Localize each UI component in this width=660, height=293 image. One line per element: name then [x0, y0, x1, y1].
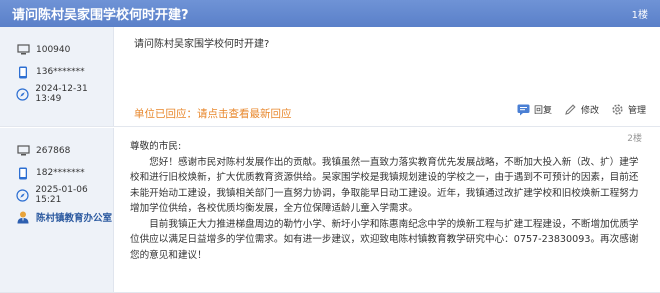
reply-text: 尊敬的市民: 您好！感谢市民对陈村发展作出的贡献。我镇虽然一直致力落实教育优先发… [130, 139, 644, 263]
user-info-panel: 267868 182******* 2025-01-06 15:21 陈村镇教育… [0, 128, 114, 292]
user-id-row: 100940 [0, 39, 113, 61]
manage-label: 管理 [627, 106, 646, 116]
user-id-row: 267868 [0, 140, 113, 162]
reply-greeting: 尊敬的市民: [130, 141, 182, 152]
gear-icon [611, 103, 624, 116]
phone-row: 136******* [0, 61, 113, 83]
view-latest-reply-link[interactable]: 请点击查看最新回应 [197, 108, 292, 120]
post-actions: 回复 修改 管理 [517, 103, 646, 116]
mobile-phone-icon [16, 166, 30, 180]
computer-icon [16, 43, 30, 57]
reply-paragraph: 目前我镇正大力推进梯盘周边的勒竹小学、新圩小学和陈惠南纪念中学的焕新工程与扩建工… [130, 218, 639, 261]
post-content: 2楼 尊敬的市民: 您好！感谢市民对陈村发展作出的贡献。我镇虽然一直致力落实教育… [120, 128, 650, 292]
datetime-row: 2024-12-31 13:49 [0, 83, 113, 105]
edit-button[interactable]: 修改 [564, 103, 599, 116]
computer-icon [16, 144, 30, 158]
question-text: 请问陈村吴家围学校何时开建? [134, 39, 270, 50]
pencil-icon [564, 103, 577, 116]
user-id: 100940 [36, 45, 71, 55]
datetime-row: 2025-01-06 15:21 [0, 184, 113, 206]
thread-title-bar: 请问陈村吴家围学校何时开建? 1楼 [0, 0, 660, 27]
post-content: 请问陈村吴家围学校何时开建? 单位已回应：请点击查看最新回应 回复 修改 管理 [120, 27, 650, 126]
phone-number: 136******* [36, 67, 85, 77]
edit-label: 修改 [580, 106, 599, 116]
user-id: 267868 [36, 146, 71, 156]
phone-row: 182******* [0, 162, 113, 184]
reply-paragraph: 您好！感谢市民对陈村发展作出的贡献。我镇虽然一直致力落实教育优先发展战略，不断加… [130, 156, 639, 215]
manage-button[interactable]: 管理 [611, 103, 646, 116]
post-question: 100940 136******* 2024-12-31 13:49 请问陈村吴… [0, 27, 660, 127]
post-reply: 267868 182******* 2025-01-06 15:21 陈村镇教育… [0, 128, 660, 293]
post-datetime: 2024-12-31 13:49 [35, 84, 88, 104]
reply-notice-prefix: 单位已回应： [134, 108, 197, 120]
organization-row: 陈村镇教育办公室 [0, 206, 113, 228]
reply-notice: 单位已回应：请点击查看最新回应 [134, 106, 292, 121]
compass-icon [16, 188, 29, 202]
reply-button[interactable]: 回复 [517, 103, 552, 116]
mobile-phone-icon [16, 65, 30, 79]
post-datetime: 2025-01-06 15:21 [35, 185, 88, 205]
comment-icon [517, 103, 530, 116]
compass-icon [16, 87, 29, 101]
thread-title: 请问陈村吴家围学校何时开建? [12, 8, 189, 23]
reply-label: 回复 [533, 106, 552, 116]
floor-number: 1楼 [631, 10, 648, 21]
user-info-panel: 100940 136******* 2024-12-31 13:49 [0, 27, 114, 126]
phone-number: 182******* [36, 168, 85, 178]
organization-name: 陈村镇教育办公室 [36, 213, 113, 224]
official-user-icon [16, 210, 30, 224]
